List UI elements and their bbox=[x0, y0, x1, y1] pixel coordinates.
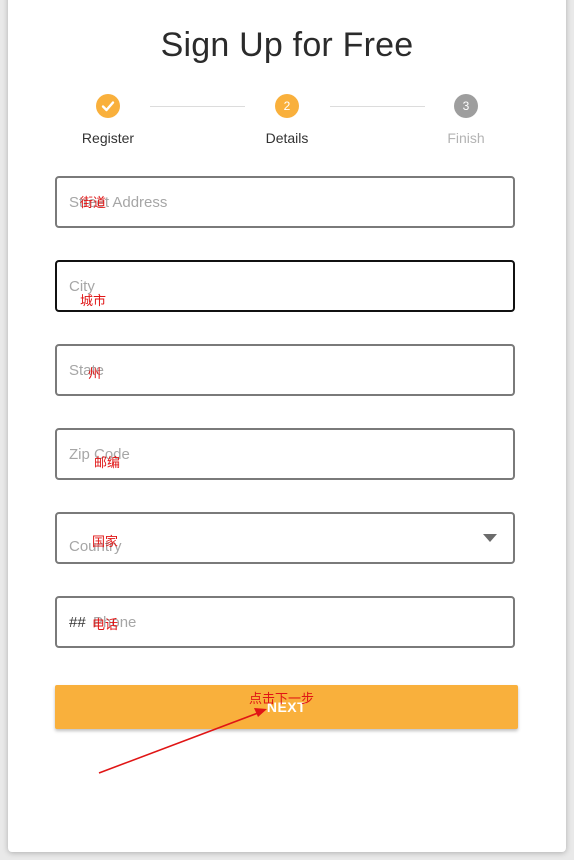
step-finish[interactable]: 3 Finish bbox=[406, 94, 526, 146]
state-field[interactable] bbox=[55, 344, 515, 396]
state-input[interactable] bbox=[69, 346, 469, 394]
annotation-country: 国家 bbox=[92, 535, 119, 550]
annotation-city: 城市 bbox=[80, 294, 107, 309]
step-details[interactable]: 2 Details bbox=[227, 94, 347, 146]
zip-code-input[interactable] bbox=[69, 430, 469, 478]
step-number: 3 bbox=[454, 94, 478, 118]
street-address-input[interactable] bbox=[69, 178, 469, 226]
annotation-zip: 邮编 bbox=[94, 456, 121, 471]
city-input[interactable] bbox=[69, 262, 469, 310]
step-label: Finish bbox=[447, 130, 485, 146]
city-field[interactable] bbox=[55, 260, 515, 312]
phone-prefix: ## bbox=[69, 614, 86, 631]
step-register[interactable]: Register bbox=[48, 94, 168, 146]
step-label: Details bbox=[265, 130, 309, 146]
annotation-street: 街道 bbox=[80, 196, 107, 211]
phone-field[interactable]: ## Phone bbox=[55, 596, 515, 648]
street-address-field[interactable] bbox=[55, 176, 515, 228]
zip-code-field[interactable] bbox=[55, 428, 515, 480]
annotation-state: 州 bbox=[88, 367, 102, 382]
annotation-phone: 电话 bbox=[92, 618, 119, 633]
annotation-next: 点击下一步 bbox=[249, 692, 315, 707]
country-select[interactable]: Country bbox=[55, 512, 515, 564]
step-number: 2 bbox=[275, 94, 299, 118]
check-icon bbox=[96, 94, 120, 118]
page-title: Sign Up for Free bbox=[160, 26, 414, 64]
chevron-down-icon[interactable] bbox=[483, 534, 497, 542]
step-label: Register bbox=[81, 130, 135, 146]
stepper: Register 2 Details 3 Finish bbox=[0, 94, 574, 154]
